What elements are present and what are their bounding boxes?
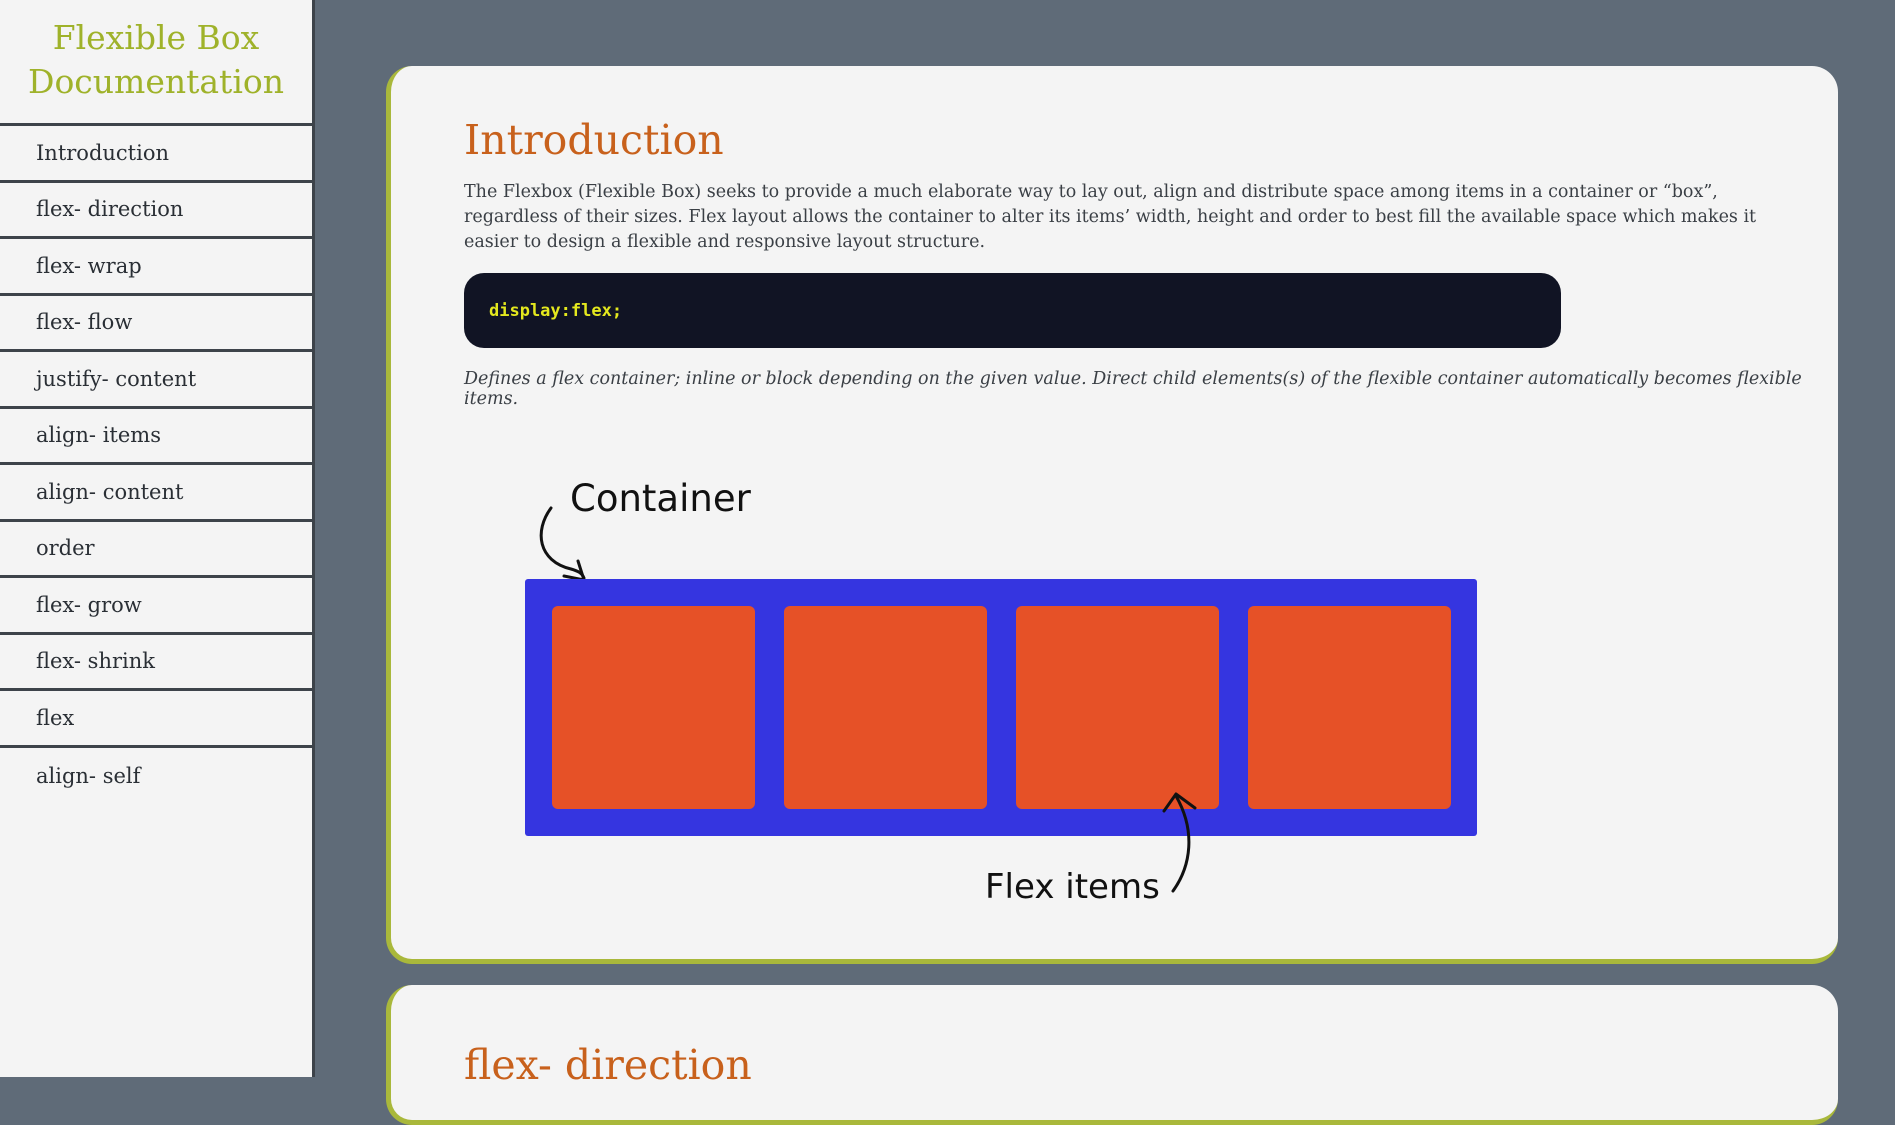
diagram-container-label: Container [570,477,752,520]
nav-item-flex-wrap[interactable]: flex- wrap [0,239,312,296]
diagram-flex-item [1016,606,1219,809]
sidebar-title-line2: Documentation [27,62,284,101]
nav-item-flex-flow[interactable]: flex- flow [0,296,312,352]
code-block: display:flex; [464,273,1561,348]
nav-item-align-content[interactable]: align- content [0,465,312,522]
nav-item-align-items[interactable]: align- items [0,409,312,465]
section-title-introduction: Introduction [464,116,724,164]
section-flex-direction: flex- direction [386,985,1838,1125]
section-title-flex-direction: flex- direction [464,1041,752,1089]
section-introduction: Introduction The Flexbox (Flexible Box) … [386,66,1838,964]
flexbox-diagram: Container Flex items [525,477,1477,907]
code-caption: Defines a flex container; inline or bloc… [464,369,1802,409]
nav-item-flex-shrink[interactable]: flex- shrink [0,635,312,691]
nav-item-order[interactable]: order [0,522,312,578]
diagram-flex-item [552,606,755,809]
diagram-flex-item [784,606,987,809]
diagram-flex-item [1248,606,1451,809]
sidebar-title-line1: Flexible Box [52,18,260,57]
nav-item-flex[interactable]: flex [0,691,312,748]
nav-item-justify-content[interactable]: justify- content [0,352,312,409]
nav-item-flex-grow[interactable]: flex- grow [0,578,312,635]
nav-item-align-self[interactable]: align- self [0,748,312,805]
sidebar-nav: Flexible Box Documentation Introduction … [0,0,315,1077]
code-text: display:flex; [489,300,623,321]
nav-item-flex-direction[interactable]: flex- direction [0,183,312,239]
intro-paragraph: The Flexbox (Flexible Box) seeks to prov… [464,182,1757,252]
diagram-items-label: Flex items [985,867,1160,907]
nav-list: Introduction flex- direction flex- wrap … [0,126,312,804]
sidebar-title: Flexible Box Documentation [0,0,312,126]
nav-item-introduction[interactable]: Introduction [0,126,312,183]
